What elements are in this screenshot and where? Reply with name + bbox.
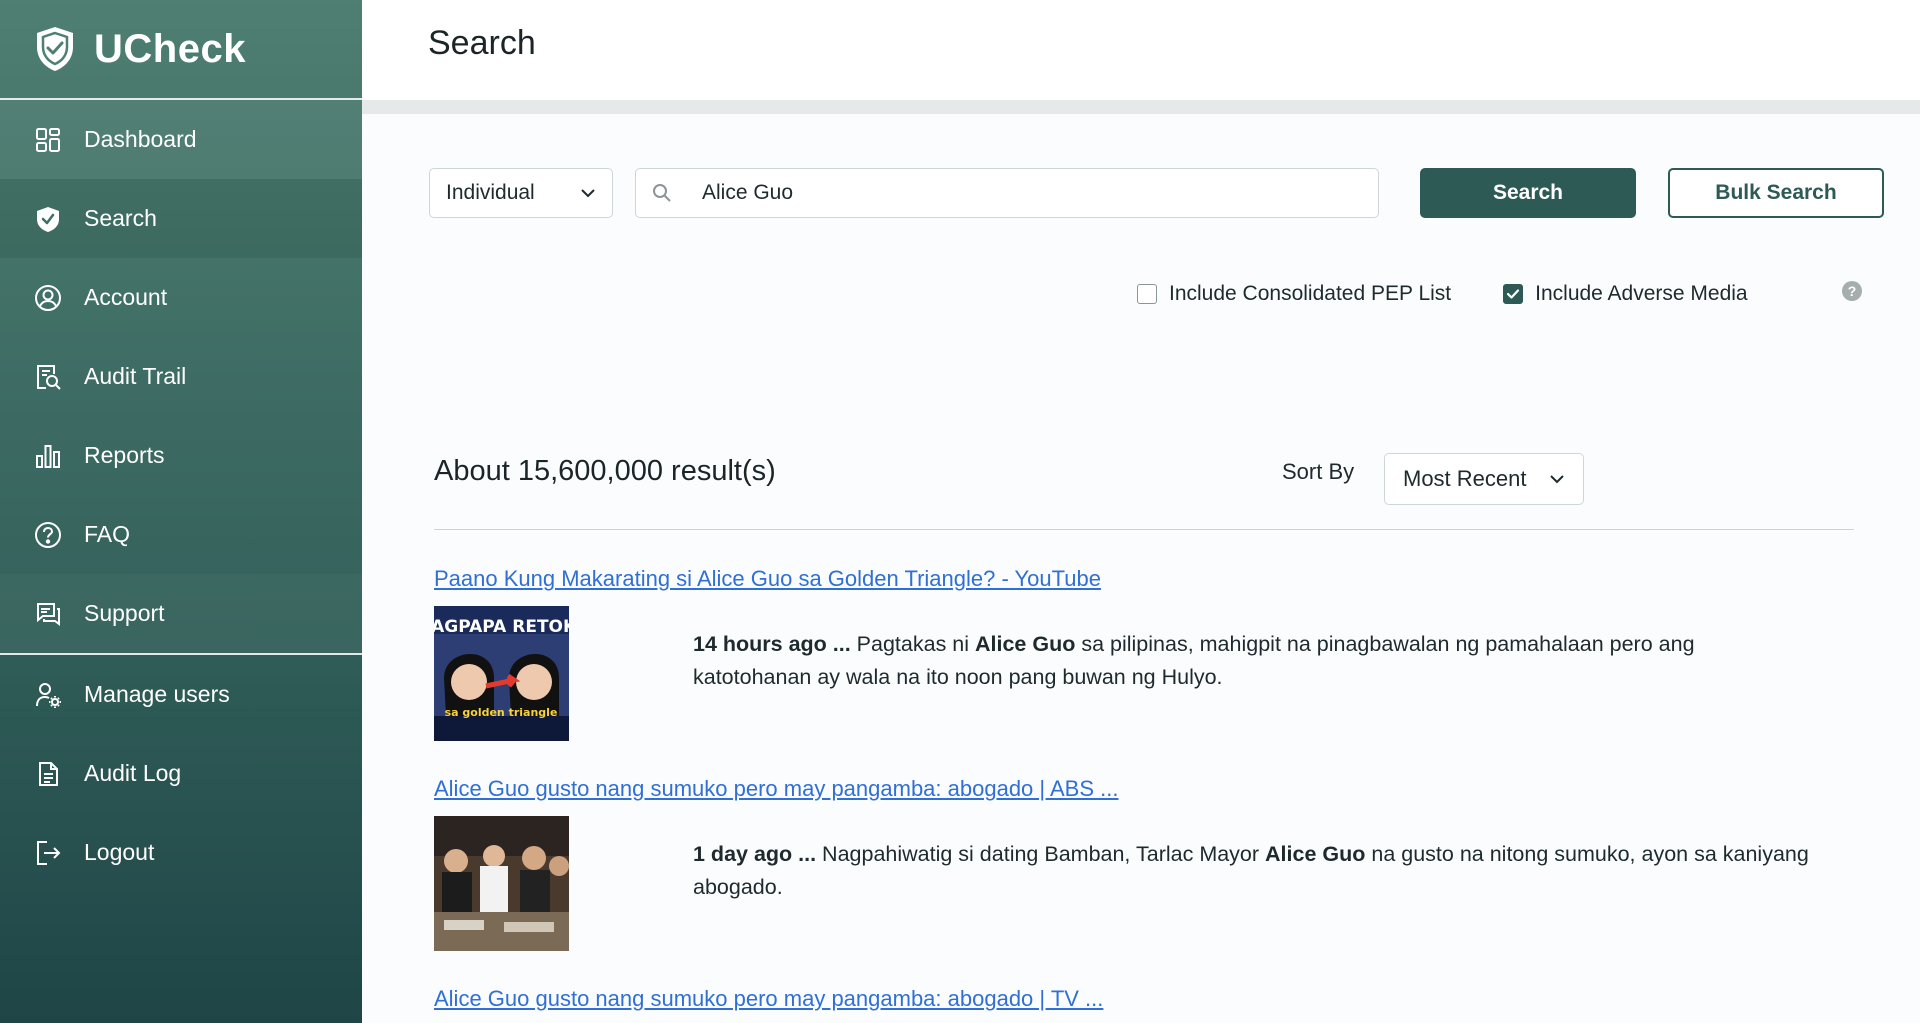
snippet-text: Pagtakas ni [850,632,975,656]
search-type-value: Individual [446,181,535,204]
results-divider [434,529,1854,530]
sidebar-item-dashboard[interactable]: Dashboard [0,100,362,179]
sidebar-item-faq[interactable]: FAQ [0,495,362,574]
document-search-icon [34,363,62,391]
sidebar-item-label: Audit Trail [84,363,187,389]
thumbnail-bottom-text: sa golden triangle [445,706,558,719]
thumbnail-image [434,816,569,951]
page-title: Search [428,23,536,62]
sort-select[interactable]: Most Recent [1384,453,1584,505]
snippet-text: Nagpahiwatig si dating Bamban, Tarlac Ma… [816,842,1266,866]
result-title-link[interactable]: Alice Guo gusto nang sumuko pero may pan… [434,986,1103,1011]
sidebar-item-label: Logout [84,839,155,865]
sidebar-item-label: Manage users [84,681,230,707]
sidebar-item-support[interactable]: Support [0,574,362,653]
search-row: Individual Search Bulk Search [429,168,1884,218]
results-header: About 15,600,000 result(s) Sort By Most … [434,453,1854,505]
sidebar-item-logout[interactable]: Logout [0,813,362,892]
sidebar-item-reports[interactable]: Reports [0,416,362,495]
shield-check-icon [34,205,62,233]
logout-icon [34,839,62,867]
sidebar-item-label: Account [84,284,168,310]
search-icon [653,184,671,202]
main-content: Search Individual Search Bulk Search Inc… [362,0,1920,1023]
brand-name: UCheck [94,26,246,71]
checkmark-icon [1507,289,1520,299]
result-thumbnail[interactable]: MAGPAPA RETOKE sa golden triangle [434,606,569,741]
sidebar-item-search[interactable]: Search [0,179,362,258]
sidebar: UCheck Dashboard Search Account Audit Tr… [0,0,362,1023]
sort-value: Most Recent [1403,466,1527,491]
help-icon[interactable]: ? [1842,281,1862,301]
result-snippet: 14 hours ago ... Pagtakas ni Alice Guo s… [693,628,1813,694]
chat-icon [34,600,62,628]
result-title-link[interactable]: Alice Guo gusto nang sumuko pero may pan… [434,776,1118,801]
result-thumbnail[interactable] [434,816,569,951]
result-item: Alice Guo gusto nang sumuko pero may pan… [434,776,1854,951]
pep-checkbox[interactable] [1137,284,1157,304]
shield-logo-icon [37,27,73,71]
snippet-highlight: Alice Guo [975,632,1076,656]
pep-option[interactable]: Include Consolidated PEP List [1137,282,1451,306]
result-title-link[interactable]: Paano Kung Makarating si Alice Guo sa Go… [434,566,1101,591]
result-snippet: 1 day ago ... Nagpahiwatig si dating Bam… [693,838,1813,904]
sidebar-item-audit-log[interactable]: Audit Log [0,734,362,813]
sidebar-item-label: Search [84,205,157,231]
user-gear-icon [34,681,62,709]
search-input[interactable] [702,181,1322,205]
sidebar-item-label: FAQ [84,521,131,547]
chevron-down-icon [581,189,595,198]
pep-label: Include Consolidated PEP List [1169,282,1452,305]
sidebar-item-audit-trail[interactable]: Audit Trail [0,337,362,416]
results-count: About 15,600,000 result(s) [434,455,776,487]
sidebar-item-label: Audit Log [84,760,182,786]
brand[interactable]: UCheck [0,0,362,100]
adverse-media-label: Include Adverse Media [1535,282,1748,305]
sidebar-item-manage-users[interactable]: Manage users [0,655,362,734]
search-field[interactable] [635,168,1379,218]
result-time: 14 hours ago ... [693,632,851,656]
user-circle-icon [34,284,62,312]
search-type-select[interactable]: Individual [429,168,613,218]
sidebar-item-label: Support [84,600,165,626]
thumbnail-image: MAGPAPA RETOKE sa golden triangle [434,606,569,741]
bar-chart-icon [34,442,62,470]
sort-label: Sort By [1282,458,1355,484]
sidebar-item-label: Reports [84,442,165,468]
result-item: Alice Guo gusto nang sumuko pero may pan… [434,986,1854,1012]
result-time: 1 day ago ... [693,842,817,866]
chevron-down-icon [1550,475,1564,484]
thumbnail-top-text: MAGPAPA RETOKE [434,617,569,637]
snippet-highlight: Alice Guo [1265,842,1366,866]
result-item: Paano Kung Makarating si Alice Guo sa Go… [434,566,1854,741]
search-button[interactable]: Search [1420,168,1636,218]
sidebar-item-label: Dashboard [84,126,197,152]
sidebar-nav: Dashboard Search Account Audit Trail Rep… [0,100,362,653]
sidebar-admin-nav: Manage users Audit Log Logout [0,655,362,892]
question-circle-icon [34,521,62,549]
document-icon [34,760,62,788]
bulk-search-button[interactable]: Bulk Search [1668,168,1884,218]
sidebar-item-account[interactable]: Account [0,258,362,337]
dashboard-grid-icon [34,126,62,154]
adverse-media-option[interactable]: Include Adverse Media [1503,282,1748,306]
search-options: Include Consolidated PEP List Include Ad… [1137,282,1800,306]
top-bar: Search [362,0,1920,114]
adverse-media-checkbox[interactable] [1503,284,1524,304]
